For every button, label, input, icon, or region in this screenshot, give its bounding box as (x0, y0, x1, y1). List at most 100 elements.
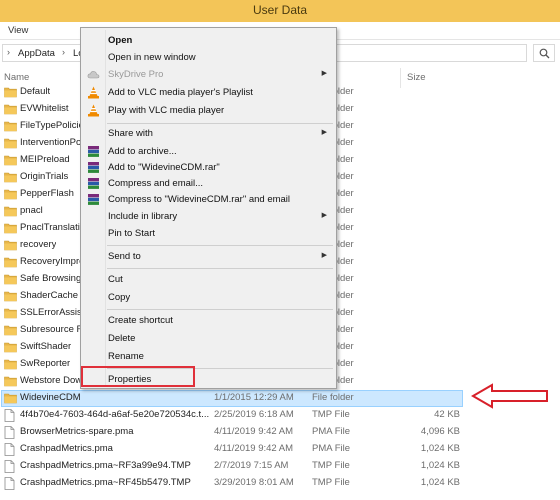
column-header-name[interactable]: Name (4, 72, 29, 83)
file-row[interactable]: CrashpadMetrics.pma~RF45b5479.TMP 3/29/20… (0, 475, 560, 492)
menu-item-send-to[interactable]: Send to ▶ (81, 248, 336, 266)
menu-item-cut[interactable]: Cut (81, 271, 336, 289)
menu-item-label: Include in library (108, 211, 178, 222)
file-name: WidevineCDM (20, 392, 81, 403)
menu-item-pin-to-start[interactable]: Pin to Start (81, 225, 336, 243)
file-row[interactable]: CrashpadMetrics.pma 4/11/2019 9:42 AM PMA … (0, 441, 560, 458)
file-name: FileTypePolicies (20, 120, 89, 131)
folder-icon (4, 256, 17, 268)
winrar-books-icon (88, 146, 99, 157)
winrar-books-icon (88, 178, 99, 189)
file-name: ShaderCache (20, 290, 79, 301)
document-icon (4, 443, 17, 456)
menu-item-share-with[interactable]: Share with ▶ (81, 125, 336, 143)
menu-item-copy[interactable]: Copy (81, 289, 336, 307)
menu-item-label: Add to "WidevineCDM.rar" (108, 162, 220, 173)
document-icon (4, 460, 17, 473)
folder-icon (4, 324, 17, 336)
window-title-bar: User Data (0, 0, 560, 22)
file-row[interactable]: BrowserMetrics-spare.pma 4/11/2019 9:42 A… (0, 424, 560, 441)
submenu-arrow-icon: ▶ (321, 70, 327, 77)
folder-icon (4, 239, 17, 251)
file-type: PMA File (312, 443, 351, 454)
file-name: Safe Browsing (20, 273, 82, 284)
menu-item-include-in-library[interactable]: Include in library ▶ (81, 208, 336, 226)
file-date-modified: 4/11/2019 9:42 AM (214, 426, 294, 437)
menu-separator (107, 123, 333, 124)
menu-item-label: SkyDrive Pro (108, 69, 164, 80)
folder-icon (4, 188, 17, 200)
menu-item-create-shortcut[interactable]: Create shortcut (81, 312, 336, 330)
breadcrumb-appdata[interactable]: AppData (18, 48, 55, 59)
folder-icon (4, 222, 17, 234)
file-date-modified: 2/7/2019 7:15 AM (214, 460, 289, 471)
menu-separator (107, 245, 333, 246)
context-menu: Open Open in new window SkyDrive Pro ▶ A… (80, 27, 337, 389)
menu-item-label: Compress and email... (108, 178, 204, 189)
file-size: 1,024 KB (420, 477, 460, 488)
menu-item-label: Delete (108, 333, 136, 344)
file-date-modified: 2/25/2019 6:18 AM (214, 409, 294, 420)
folder-icon (4, 273, 17, 285)
file-name: OriginTrials (20, 171, 69, 182)
menu-item-label: Share with (108, 128, 153, 139)
file-type: TMP File (312, 477, 350, 488)
file-name: pnacl (20, 205, 43, 216)
menu-separator (107, 268, 333, 269)
menu-item-vlc-playlist[interactable]: Add to VLC media player's Playlist (81, 84, 336, 102)
folder-icon (4, 358, 17, 370)
file-name: SwReporter (20, 358, 71, 369)
menu-item-label: Add to VLC media player's Playlist (108, 87, 253, 98)
submenu-arrow-icon: ▶ (321, 129, 327, 136)
document-icon (4, 426, 17, 439)
file-size: 1,024 KB (420, 443, 460, 454)
folder-icon (4, 120, 17, 132)
file-name: EVWhitelist (20, 103, 69, 114)
menu-item-label: Compress to "WidevineCDM.rar" and email (108, 194, 291, 205)
folder-icon (4, 205, 17, 217)
file-name: 4f4b70e4-7603-464d-a6af-5e20e720534c.t..… (20, 409, 210, 420)
menu-item-open-new-window[interactable]: Open in new window (81, 49, 336, 67)
file-name: recovery (20, 239, 57, 250)
file-size: 1,024 KB (420, 460, 460, 471)
file-name: PepperFlash (20, 188, 74, 199)
column-header-size[interactable]: Size (407, 72, 425, 83)
menu-item-rename[interactable]: Rename (81, 348, 336, 366)
search-button[interactable] (533, 44, 555, 62)
document-icon (4, 477, 17, 490)
menu-item-vlc-play[interactable]: Play with VLC media player (81, 102, 336, 120)
vlc-cone-icon (88, 104, 99, 117)
folder-icon (4, 392, 17, 404)
menu-item-compress-rar-email[interactable]: Compress to "WidevineCDM.rar" and email (81, 191, 336, 209)
file-name: BrowserMetrics-spare.pma (20, 426, 134, 437)
folder-icon (4, 375, 17, 387)
folder-icon (4, 307, 17, 319)
file-row[interactable]: CrashpadMetrics.pma~RF3a99e94.TMP 2/7/201… (0, 458, 560, 475)
vlc-cone-icon (88, 86, 99, 99)
menu-item-label: Send to (108, 251, 141, 262)
red-arrow-annotation-icon (471, 383, 548, 409)
document-icon (4, 409, 17, 422)
window-title: User Data (252, 3, 308, 17)
folder-icon (4, 290, 17, 302)
folder-icon (4, 341, 17, 353)
cloud-icon (87, 71, 100, 79)
menu-item-skydrive-pro[interactable]: SkyDrive Pro ▶ (81, 66, 336, 84)
file-date-modified: 4/11/2019 9:42 AM (214, 443, 294, 454)
chevron-right-icon: › (7, 47, 10, 57)
search-icon (539, 48, 550, 59)
folder-icon (4, 137, 17, 149)
winrar-books-icon (88, 194, 99, 205)
file-type: TMP File (312, 460, 350, 471)
menu-item-label: Create shortcut (108, 315, 173, 326)
file-size: 42 KB (434, 409, 460, 420)
chevron-right-icon: › (62, 47, 65, 57)
folder-icon (4, 171, 17, 183)
submenu-arrow-icon: ▶ (321, 252, 327, 259)
file-type: File folder (312, 392, 354, 403)
menu-item-delete[interactable]: Delete (81, 330, 336, 348)
menu-view[interactable]: View (8, 25, 28, 36)
menu-item-open[interactable]: Open (81, 32, 336, 50)
file-name: SwiftShader (20, 341, 72, 352)
menu-item-label: Copy (108, 292, 131, 303)
